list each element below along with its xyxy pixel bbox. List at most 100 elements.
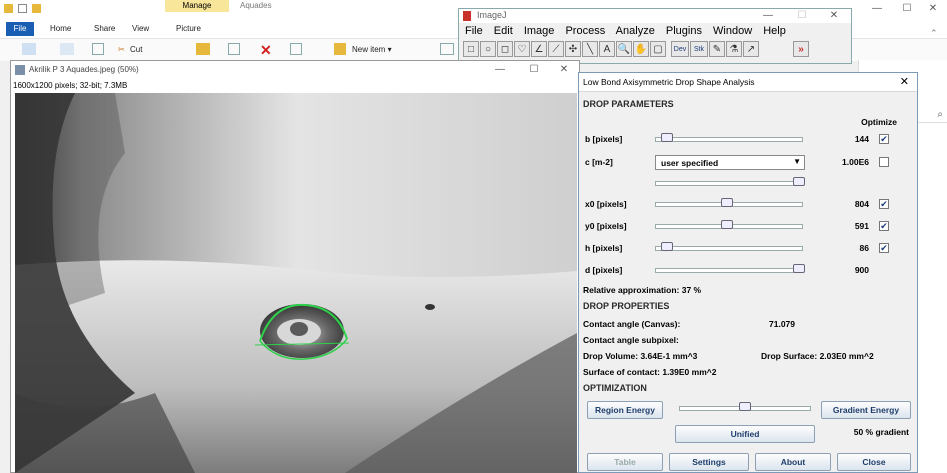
- dropper-tool-icon[interactable]: ⚗: [726, 41, 742, 57]
- x0-pixels-slider-thumb[interactable]: [721, 198, 733, 207]
- brush-tool-icon[interactable]: ✎: [709, 41, 725, 57]
- y0-pixels-value: 591: [854, 221, 869, 231]
- c-slider-thumb[interactable]: [793, 177, 805, 186]
- imagej-maximize-button[interactable]: ☐: [791, 9, 813, 23]
- h-pixels-optimize-checkbox[interactable]: ✔: [879, 243, 889, 253]
- image-canvas[interactable]: [15, 93, 577, 473]
- new-folder-ribbon-icon[interactable]: [334, 43, 346, 55]
- h-pixels-slider[interactable]: [655, 246, 803, 251]
- x0-pixels-optimize-checkbox[interactable]: ✔: [879, 199, 889, 209]
- b-pixels-slider-thumb[interactable]: [661, 133, 673, 142]
- optimization-slider-thumb[interactable]: [739, 402, 751, 411]
- hand-tool-icon[interactable]: ✋: [633, 41, 649, 57]
- delete-icon[interactable]: ✕: [260, 43, 272, 57]
- menu-file[interactable]: File: [465, 25, 483, 37]
- menu-analyze[interactable]: Analyze: [616, 25, 655, 37]
- image-maximize-button[interactable]: ☐: [523, 63, 545, 77]
- menu-edit[interactable]: Edit: [494, 25, 513, 37]
- menu-help[interactable]: Help: [763, 25, 786, 37]
- c-optimize-checkbox[interactable]: [879, 157, 889, 167]
- context-tab-manage[interactable]: Manage: [165, 0, 229, 12]
- imagej-minimize-button[interactable]: —: [757, 9, 779, 23]
- c-slider[interactable]: [655, 181, 803, 186]
- dialog-close-button[interactable]: ✕: [900, 75, 909, 88]
- magnifier-tool-icon[interactable]: 🔍: [616, 41, 632, 57]
- drop-parameters-heading: DROP PARAMETERS: [583, 99, 674, 109]
- more-tools-icon[interactable]: »: [793, 41, 809, 57]
- rename-icon[interactable]: [290, 43, 302, 55]
- menu-window[interactable]: Window: [713, 25, 752, 37]
- close-button[interactable]: Close: [837, 453, 911, 471]
- cut-button[interactable]: Cut: [130, 43, 142, 57]
- gradient-percent: 50 % gradient: [853, 427, 909, 437]
- contact-angle-canvas-label: Contact angle (Canvas):: [583, 319, 681, 329]
- c-mode-select[interactable]: user specified ▼: [655, 155, 805, 170]
- optimize-heading: Optimize: [861, 117, 897, 127]
- tab-view[interactable]: View: [132, 22, 149, 36]
- drop-volume: Drop Volume: 3.64E-1 mm^3: [583, 351, 698, 361]
- optimization-heading: OPTIMIZATION: [583, 383, 647, 393]
- imagej-title: ImageJ: [477, 10, 507, 20]
- point-tool-icon[interactable]: ✣: [565, 41, 581, 57]
- oval-tool-icon[interactable]: ○: [480, 41, 496, 57]
- ribbon-collapse-chevron-icon[interactable]: ⌃: [930, 28, 938, 39]
- contact-angle-subpixel-label: Contact angle subpixel:: [583, 335, 679, 345]
- color-picker-tool-icon[interactable]: ▢: [650, 41, 666, 57]
- y0-pixels-slider-thumb[interactable]: [721, 220, 733, 229]
- new-item-button[interactable]: New item ▾: [352, 43, 392, 57]
- b-pixels-slider[interactable]: [655, 137, 803, 142]
- b-pixels-optimize-checkbox[interactable]: ✔: [879, 134, 889, 144]
- menu-plugins[interactable]: Plugins: [666, 25, 702, 37]
- angle-tool-icon[interactable]: ⟋: [548, 41, 564, 57]
- unified-button[interactable]: Unified: [675, 425, 815, 443]
- copy-icon[interactable]: [60, 43, 74, 55]
- new-item-label: New item: [352, 45, 386, 54]
- image-minimize-button[interactable]: —: [489, 63, 511, 77]
- scissors-icon[interactable]: ✂: [118, 43, 125, 57]
- about-button[interactable]: About: [755, 453, 831, 471]
- new-folder-icon[interactable]: [32, 4, 41, 13]
- paste-icon[interactable]: [92, 43, 104, 55]
- arrow-tool-icon[interactable]: ↗: [743, 41, 759, 57]
- explorer-maximize-button[interactable]: ☐: [896, 2, 918, 16]
- search-icon[interactable]: ⌕: [937, 109, 943, 120]
- move-to-icon[interactable]: [196, 43, 210, 55]
- d-pixels-label: d [pixels]: [585, 265, 623, 275]
- menu-image[interactable]: Image: [524, 25, 555, 37]
- region-energy-button[interactable]: Region Energy: [587, 401, 663, 419]
- image-close-button[interactable]: ✕: [553, 63, 575, 77]
- h-pixels-value: 86: [859, 243, 869, 253]
- open-icon[interactable]: [440, 43, 454, 55]
- tab-share[interactable]: Share: [94, 22, 115, 36]
- stack-tool-icon[interactable]: Stk: [690, 41, 708, 57]
- table-button[interactable]: Table: [587, 453, 663, 471]
- freehand-tool-icon[interactable]: ♡: [514, 41, 530, 57]
- explorer-close-button[interactable]: ✕: [922, 2, 944, 16]
- properties-icon[interactable]: [18, 4, 27, 13]
- explorer-minimize-button[interactable]: —: [866, 2, 888, 16]
- tab-home[interactable]: Home: [50, 22, 71, 36]
- rectangle-tool-icon[interactable]: □: [463, 41, 479, 57]
- wand-tool-icon[interactable]: ╲: [582, 41, 598, 57]
- settings-button[interactable]: Settings: [669, 453, 749, 471]
- polygon-tool-icon[interactable]: ◻: [497, 41, 513, 57]
- text-tool-icon[interactable]: A: [599, 41, 615, 57]
- menu-process[interactable]: Process: [565, 25, 605, 37]
- dev-tool-icon[interactable]: Dev: [671, 41, 689, 57]
- line-tool-icon[interactable]: ∠: [531, 41, 547, 57]
- image-window-title: Akrilik P 3 Aquades.jpeg (50%): [29, 65, 139, 74]
- h-pixels-label: h [pixels]: [585, 243, 623, 253]
- gradient-energy-button[interactable]: Gradient Energy: [821, 401, 911, 419]
- d-pixels-slider-thumb[interactable]: [793, 264, 805, 273]
- contact-angle-canvas-value: 71.079: [769, 319, 795, 329]
- y0-pixels-optimize-checkbox[interactable]: ✔: [879, 221, 889, 231]
- tab-picture-tools[interactable]: Picture Tools: [176, 22, 201, 47]
- pin-icon[interactable]: [22, 43, 36, 55]
- copy-to-icon[interactable]: [228, 43, 240, 55]
- imagej-close-button[interactable]: ✕: [823, 9, 845, 23]
- c-value: 1.00E6: [842, 157, 869, 167]
- x0-pixels-value: 804: [854, 199, 869, 209]
- d-pixels-slider[interactable]: [655, 268, 803, 273]
- tab-file[interactable]: File: [6, 22, 34, 36]
- h-pixels-slider-thumb[interactable]: [661, 242, 673, 251]
